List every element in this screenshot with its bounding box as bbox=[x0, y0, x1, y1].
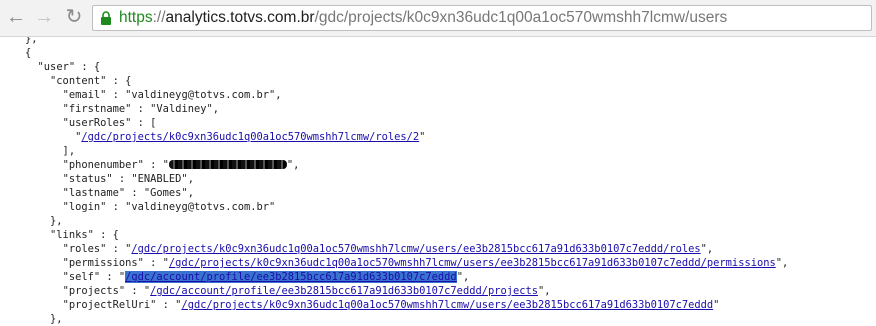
url-path: /gdc/projects/k0c9xn36udc1q00a1oc570wmsh… bbox=[314, 9, 728, 26]
json-link-permissions[interactable]: /gdc/projects/k0c9xn36udc1q00a1oc570wmsh… bbox=[169, 257, 776, 269]
json-key: "content" bbox=[50, 75, 107, 87]
redacted-phone bbox=[168, 160, 287, 169]
url-scheme: https bbox=[119, 9, 153, 26]
json-value: "valdineyg@totvs.com.br" bbox=[125, 201, 276, 213]
json-line: }, bbox=[0, 313, 63, 325]
json-key: "roles" bbox=[62, 243, 107, 255]
json-key: "self" bbox=[62, 271, 101, 283]
lock-icon bbox=[101, 11, 111, 25]
json-value: "ENABLED" bbox=[131, 173, 188, 185]
json-key: "email" bbox=[62, 89, 107, 101]
reload-icon[interactable]: ↻ bbox=[64, 7, 84, 27]
forward-arrow-icon[interactable]: → bbox=[34, 7, 54, 27]
url-host: analytics.totvs.com.br bbox=[165, 9, 315, 26]
json-value: "valdineyg@totvs.com.br" bbox=[125, 89, 276, 101]
json-link-self-selected[interactable]: /gdc/account/profile/ee3b2815bcc617a91d6… bbox=[125, 271, 457, 283]
json-key: "userRoles" bbox=[62, 117, 132, 129]
json-link-roles[interactable]: /gdc/projects/k0c9xn36udc1q00a1oc570wmsh… bbox=[131, 243, 700, 255]
json-key: "links" bbox=[50, 229, 94, 241]
json-key: "projectRelUri" bbox=[62, 299, 157, 311]
json-key: "firstname" bbox=[62, 103, 132, 115]
json-viewer: }, { "user" : { "content" : { "email" : … bbox=[0, 37, 876, 326]
json-key: "lastname" bbox=[62, 187, 126, 199]
json-key: "phonenumber" bbox=[62, 159, 144, 171]
url-text[interactable]: https://analytics.totvs.com.br/gdc/proje… bbox=[119, 7, 727, 29]
json-key: "permissions" bbox=[62, 257, 144, 269]
json-key: "user" bbox=[37, 61, 76, 73]
json-key: "projects" bbox=[62, 285, 126, 297]
address-bar[interactable]: https://analytics.totvs.com.br/gdc/proje… bbox=[92, 5, 872, 31]
json-link-projects[interactable]: /gdc/account/profile/ee3b2815bcc617a91d6… bbox=[150, 285, 538, 297]
json-value: "Gomes" bbox=[143, 187, 188, 199]
json-link-projectreluri[interactable]: /gdc/projects/k0c9xn36udc1q00a1oc570wmsh… bbox=[181, 299, 713, 311]
json-key: "status" bbox=[62, 173, 113, 185]
json-value: "Valdiney" bbox=[150, 103, 213, 115]
json-line: "projectRelUri" : "/gdc/projects/k0c9xn3… bbox=[62, 299, 720, 311]
json-link-roles-2[interactable]: /gdc/projects/k0c9xn36udc1q00a1oc570wmsh… bbox=[81, 131, 419, 143]
back-arrow-icon[interactable]: ← bbox=[6, 7, 26, 27]
url-separator: :// bbox=[152, 9, 166, 26]
browser-toolbar: ← → ↻ https://analytics.totvs.com.br/gdc… bbox=[0, 0, 876, 37]
json-key: "login" bbox=[62, 201, 107, 213]
